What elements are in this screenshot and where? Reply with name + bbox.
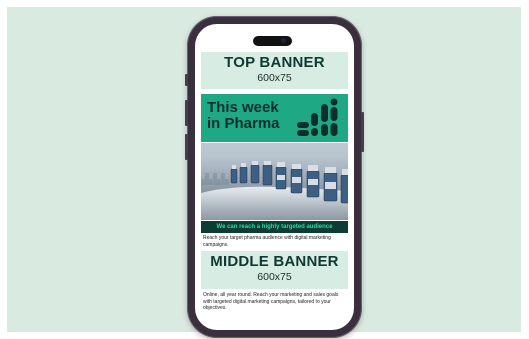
top-banner[interactable]: TOP BANNER 600x75	[201, 52, 348, 89]
reach-audience-bar: We can reach a highly targeted audience	[201, 221, 348, 233]
hero-banner[interactable]: This week in Pharma	[201, 94, 348, 142]
phone-volume-up-button	[185, 100, 188, 126]
dynamic-island	[253, 36, 292, 46]
hero-title: This week in Pharma	[207, 100, 297, 132]
pills-icon	[297, 98, 338, 136]
middle-banner-title: MIDDLE BANNER	[210, 253, 339, 270]
phone-volume-down-button	[185, 134, 188, 160]
camera-icon	[281, 38, 286, 43]
pharma-production-line-photo	[201, 143, 348, 220]
top-banner-size: 600x75	[257, 72, 292, 84]
phone-mute-switch	[185, 74, 188, 86]
hero-title-line2: in Pharma	[207, 115, 280, 132]
top-banner-title: TOP BANNER	[224, 54, 325, 71]
phone-screen: TOP BANNER 600x75 This week in Pharma We…	[195, 24, 354, 330]
middle-banner[interactable]: MIDDLE BANNER 600x75	[201, 251, 348, 289]
description-paragraph: Online, all year round. Reach your marke…	[203, 292, 339, 311]
phone-power-button	[361, 112, 364, 152]
middle-banner-size: 600x75	[257, 271, 292, 283]
preview-frame: TOP BANNER 600x75 This week in Pharma We…	[7, 7, 521, 338]
intro-paragraph: Reach your target pharma audience with d…	[203, 235, 331, 248]
hero-title-line1: This week	[207, 99, 279, 116]
phone-mockup: TOP BANNER 600x75 This week in Pharma We…	[185, 16, 364, 338]
